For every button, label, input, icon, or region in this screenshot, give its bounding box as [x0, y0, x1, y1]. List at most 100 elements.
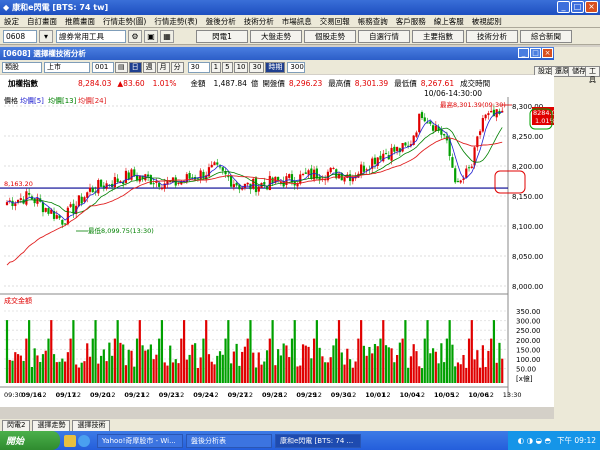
date-tick-label: 12 — [176, 391, 184, 399]
volume-bar — [14, 352, 17, 383]
chart-icon[interactable]: ▤ — [115, 61, 128, 73]
menu-item-9[interactable]: 帳務查詢 — [358, 16, 388, 27]
volume-bar — [147, 349, 150, 383]
tab-0[interactable]: 閃電2 — [2, 420, 31, 431]
grid-icon[interactable]: ▦ — [160, 29, 174, 43]
toolbar-button-1[interactable]: 大盤走勢 — [250, 29, 302, 43]
tab-2[interactable]: 選擇技術 — [72, 420, 111, 431]
menu-item-0[interactable]: 設定 — [4, 16, 19, 27]
volume-bar — [33, 348, 36, 383]
trade-time: 10/06-14:30:00 — [424, 89, 483, 98]
toolbar: 0608 ▾ 證券常用工具 ⚙ ▣ ▦ 閃電1 大盤走勢 個股走勢 自選行情 主要指數技… — [0, 28, 600, 45]
volume-bar — [390, 348, 393, 383]
market-select[interactable]: 上市 — [44, 61, 90, 73]
count-input[interactable]: 300 — [287, 61, 306, 73]
menu-item-1[interactable]: 自訂畫面 — [27, 16, 57, 27]
candle-body — [11, 200, 14, 207]
menu-item-6[interactable]: 技術分析 — [244, 16, 274, 27]
candle-body — [133, 169, 136, 177]
tool-group-select[interactable]: 證券常用工具 — [56, 29, 126, 43]
taskbar-task-2[interactable]: 康和e閃電 [BTS: 74 ... — [275, 433, 361, 448]
taskbar-task-1[interactable]: 盤後分析表 — [186, 433, 272, 448]
menu-item-12[interactable]: 被視認別 — [472, 16, 502, 27]
ie-icon[interactable] — [78, 434, 90, 447]
volume-bar — [202, 338, 205, 383]
volume-bar — [429, 353, 432, 383]
candle-body — [268, 175, 271, 191]
candle-body — [241, 188, 244, 190]
code-select[interactable]: 001 — [92, 61, 114, 73]
interval-button-2[interactable]: 10 — [233, 61, 249, 73]
volume-bar — [426, 320, 429, 383]
menu-item-10[interactable]: 客戶服務 — [396, 16, 426, 27]
menu-item-5[interactable]: 盤後分析 — [206, 16, 236, 27]
volume-bar — [113, 338, 116, 383]
menu-item-3[interactable]: 行情走勢(圖) — [103, 16, 146, 27]
interval-button-4[interactable]: 時期 — [265, 61, 286, 73]
taskbar-task-0[interactable]: Yahoo!奇摩股市 - Wi... — [97, 433, 183, 448]
candle-body — [332, 167, 335, 169]
volume-bar — [124, 365, 128, 383]
candle-body — [434, 125, 437, 132]
interval-button-3[interactable]: 30 — [249, 61, 265, 73]
toolbar-button-6[interactable]: 綜合新聞 — [520, 29, 572, 43]
tray-icons[interactable]: ◐ ◑ ◒ ◓ — [518, 436, 551, 445]
menu-item-11[interactable]: 線上客服 — [434, 16, 464, 27]
inner-minimize-button[interactable]: _ — [518, 48, 529, 58]
candle-body — [55, 215, 58, 219]
volume-bar — [25, 338, 28, 383]
volume-bar — [470, 320, 473, 383]
toolbar-button-4[interactable]: 主要指數 — [412, 29, 464, 43]
start-button[interactable]: 開始 — [0, 431, 60, 450]
volume-bar — [232, 351, 235, 383]
inner-maximize-button[interactable]: □ — [530, 48, 541, 58]
candle-body — [149, 175, 152, 185]
candle-body — [257, 186, 260, 192]
candle-body — [451, 157, 454, 168]
window-icon[interactable]: ▣ — [144, 29, 158, 43]
tab-1[interactable]: 選擇走勢 — [32, 420, 71, 431]
minute-select[interactable]: 30 — [187, 61, 210, 73]
volume-bar — [290, 338, 294, 383]
menu-item-4[interactable]: 行情走勢(表) — [154, 16, 197, 27]
menu-item-7[interactable]: 市場訊息 — [282, 16, 312, 27]
period-button-1[interactable]: 週 — [142, 61, 156, 73]
quick-launch-icon[interactable] — [64, 434, 76, 447]
minimize-button[interactable]: _ — [557, 1, 570, 13]
toolbar-button-0[interactable]: 閃電1 — [196, 29, 248, 43]
volume-bar — [252, 352, 255, 383]
menu-item-8[interactable]: 交易回報 — [320, 16, 350, 27]
volume-tick-label: 250.00 — [516, 327, 541, 335]
toolbar-button-5[interactable]: 技術分析 — [466, 29, 518, 43]
config-icon[interactable]: ⚙ — [128, 29, 142, 43]
code-input[interactable]: 0608 — [3, 29, 37, 43]
volume-bar — [418, 366, 421, 383]
close-button[interactable]: × — [585, 1, 598, 13]
volume-bar — [91, 338, 94, 383]
volume-bar — [207, 354, 211, 383]
volume-bar — [313, 338, 316, 383]
date-tick-label: 12 — [348, 391, 356, 399]
menu-item-2[interactable]: 推薦畫面 — [65, 16, 95, 27]
price-tick-label: 8,250.00 — [512, 133, 543, 141]
type-select[interactable]: 類股 — [2, 61, 42, 73]
volume-bar — [326, 362, 330, 383]
dropdown-icon[interactable]: ▾ — [39, 29, 53, 43]
volume-bar — [199, 357, 202, 383]
candle-body — [415, 132, 418, 137]
candle-body — [232, 184, 235, 188]
interval-button-0[interactable]: 1 — [210, 61, 222, 73]
right-button-3[interactable]: 工具 — [585, 66, 600, 84]
volume-bar — [254, 367, 258, 383]
candle-body — [72, 203, 75, 214]
toolbar-button-3[interactable]: 自選行情 — [358, 29, 410, 43]
period-button-2[interactable]: 月 — [156, 61, 170, 73]
maximize-button[interactable]: □ — [571, 1, 584, 13]
period-button-0[interactable]: 日 — [128, 61, 142, 73]
volume-bar — [58, 361, 61, 383]
inner-close-button[interactable]: × — [542, 48, 553, 58]
toolbar-button-2[interactable]: 個股走勢 — [304, 29, 356, 43]
instrument-name: 加權指數 — [8, 78, 38, 88]
period-button-3[interactable]: 分 — [170, 61, 184, 73]
interval-button-1[interactable]: 5 — [222, 61, 233, 73]
